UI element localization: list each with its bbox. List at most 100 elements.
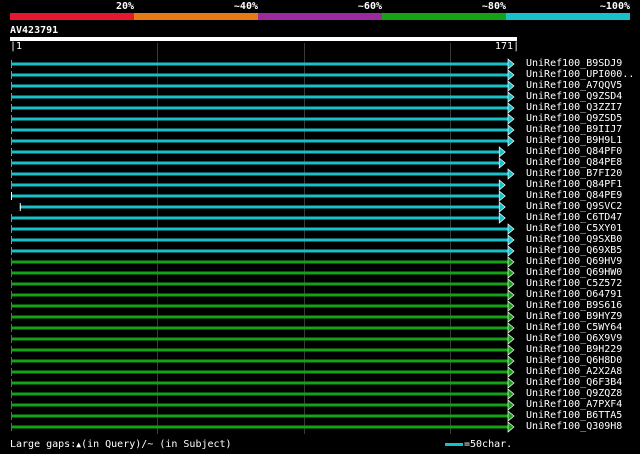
hit-bar[interactable]	[11, 216, 501, 220]
hit-row[interactable]	[11, 245, 515, 257]
hit-label[interactable]: UniRef100_Q9ZSD4	[526, 91, 638, 102]
hit-bar[interactable]	[11, 150, 501, 154]
hit-bar[interactable]	[11, 161, 501, 165]
hit-label[interactable]: UniRef100_A7PXF4	[526, 399, 638, 410]
hit-label[interactable]: UniRef100_Q9ZQZ8	[526, 388, 638, 399]
hit-bar[interactable]	[11, 183, 501, 187]
hit-bar[interactable]	[11, 95, 509, 99]
hit-bar[interactable]	[19, 205, 501, 209]
hit-row[interactable]	[11, 344, 515, 356]
hit-row[interactable]	[11, 146, 506, 158]
hit-bar[interactable]	[11, 359, 509, 363]
hit-label[interactable]: UniRef100_O64791	[526, 289, 638, 300]
hit-row[interactable]	[11, 311, 515, 323]
hit-row[interactable]	[11, 289, 515, 301]
hit-bar[interactable]	[11, 84, 509, 88]
hit-bar[interactable]	[11, 117, 509, 121]
hit-label[interactable]: UniRef100_Q6F3B4	[526, 377, 638, 388]
hit-row[interactable]	[11, 124, 515, 136]
hit-row[interactable]	[11, 322, 515, 334]
hit-row[interactable]	[11, 135, 515, 147]
hit-row[interactable]	[11, 179, 506, 191]
hit-row[interactable]	[11, 190, 506, 202]
hit-label[interactable]: UniRef100_B9H229	[526, 344, 638, 355]
hit-row[interactable]	[11, 157, 506, 169]
hit-bar[interactable]	[11, 282, 509, 286]
hit-row[interactable]	[11, 377, 515, 389]
hit-label[interactable]: UniRef100_Q84PE8	[526, 157, 638, 168]
hit-bar[interactable]	[11, 260, 509, 264]
hit-row[interactable]	[19, 201, 506, 213]
hit-label[interactable]: UniRef100_A2X2A8	[526, 366, 638, 377]
hit-row[interactable]	[11, 399, 515, 411]
hit-row[interactable]	[11, 91, 515, 103]
hit-label[interactable]: UniRef100_A7QQV5	[526, 80, 638, 91]
hit-bar[interactable]	[11, 194, 501, 198]
hit-row[interactable]	[11, 410, 515, 422]
hit-bar[interactable]	[11, 348, 509, 352]
hit-label[interactable]: UniRef100_C6TD47	[526, 212, 638, 223]
hit-label[interactable]: UniRef100_Q9SXB0	[526, 234, 638, 245]
hit-row[interactable]	[11, 267, 515, 279]
hit-bar[interactable]	[11, 304, 509, 308]
hit-row[interactable]	[11, 278, 515, 290]
hit-row[interactable]	[11, 223, 515, 235]
hit-label[interactable]: UniRef100_Q9ZSD5	[526, 113, 638, 124]
hit-label[interactable]: UniRef100_Q309H8	[526, 421, 638, 432]
hit-label[interactable]: UniRef100_Q84PF0	[526, 146, 638, 157]
hit-bar[interactable]	[11, 73, 509, 77]
hit-bar[interactable]	[11, 238, 509, 242]
hit-label[interactable]: UniRef100_C5Z572	[526, 278, 638, 289]
hit-bar[interactable]	[11, 227, 509, 231]
hit-row[interactable]	[11, 355, 515, 367]
hit-row[interactable]	[11, 80, 515, 92]
hit-row[interactable]	[11, 58, 515, 70]
hit-label[interactable]: UniRef100_B9S616	[526, 300, 638, 311]
hit-label[interactable]: UniRef100_B9SDJ9	[526, 58, 638, 69]
hit-bar[interactable]	[11, 106, 509, 110]
hit-label[interactable]: UniRef100_UPI000..	[526, 69, 638, 80]
hit-bar[interactable]	[11, 62, 509, 66]
hit-row[interactable]	[11, 388, 515, 400]
hit-row[interactable]	[11, 256, 515, 268]
hit-label[interactable]: UniRef100_Q69HW0	[526, 267, 638, 278]
hit-bar[interactable]	[11, 392, 509, 396]
hit-row[interactable]	[11, 421, 515, 433]
hit-row[interactable]	[11, 212, 506, 224]
hit-row[interactable]	[11, 69, 515, 81]
hit-row[interactable]	[11, 366, 515, 378]
hit-bar[interactable]	[11, 326, 509, 330]
hit-label[interactable]: UniRef100_C5WY64	[526, 322, 638, 333]
hit-bar[interactable]	[11, 414, 509, 418]
hit-row[interactable]	[11, 300, 515, 312]
hit-label[interactable]: UniRef100_C5XY01	[526, 223, 638, 234]
hit-row[interactable]	[11, 333, 515, 345]
hit-bar[interactable]	[11, 403, 509, 407]
hit-bar[interactable]	[11, 139, 509, 143]
hit-label[interactable]: UniRef100_Q69XB5	[526, 245, 638, 256]
hit-label[interactable]: UniRef100_Q3ZZI7	[526, 102, 638, 113]
hit-label[interactable]: UniRef100_Q9SVC2	[526, 201, 638, 212]
hit-label[interactable]: UniRef100_B9HYZ9	[526, 311, 638, 322]
hit-label[interactable]: UniRef100_Q6H8D0	[526, 355, 638, 366]
hit-label[interactable]: UniRef100_B6TTA5	[526, 410, 638, 421]
hit-label[interactable]: UniRef100_Q84PE9	[526, 190, 638, 201]
hit-bar[interactable]	[11, 172, 509, 176]
hit-label[interactable]: UniRef100_B7FI20	[526, 168, 638, 179]
hit-bar[interactable]	[11, 425, 509, 429]
hit-bar[interactable]	[11, 337, 509, 341]
hit-bar[interactable]	[11, 315, 509, 319]
hit-bar[interactable]	[11, 381, 509, 385]
hit-bar[interactable]	[11, 293, 509, 297]
hit-label[interactable]: UniRef100_Q69HV9	[526, 256, 638, 267]
hit-label[interactable]: UniRef100_Q84PF1	[526, 179, 638, 190]
hit-bar[interactable]	[11, 370, 509, 374]
hit-bar[interactable]	[11, 271, 509, 275]
hit-bar[interactable]	[11, 128, 509, 132]
hit-label[interactable]: UniRef100_B9IIJ7	[526, 124, 638, 135]
hit-row[interactable]	[11, 102, 515, 114]
hit-row[interactable]	[11, 113, 515, 125]
hit-row[interactable]	[11, 168, 515, 180]
hit-label[interactable]: UniRef100_Q6X9V9	[526, 333, 638, 344]
hit-row[interactable]	[11, 234, 515, 246]
